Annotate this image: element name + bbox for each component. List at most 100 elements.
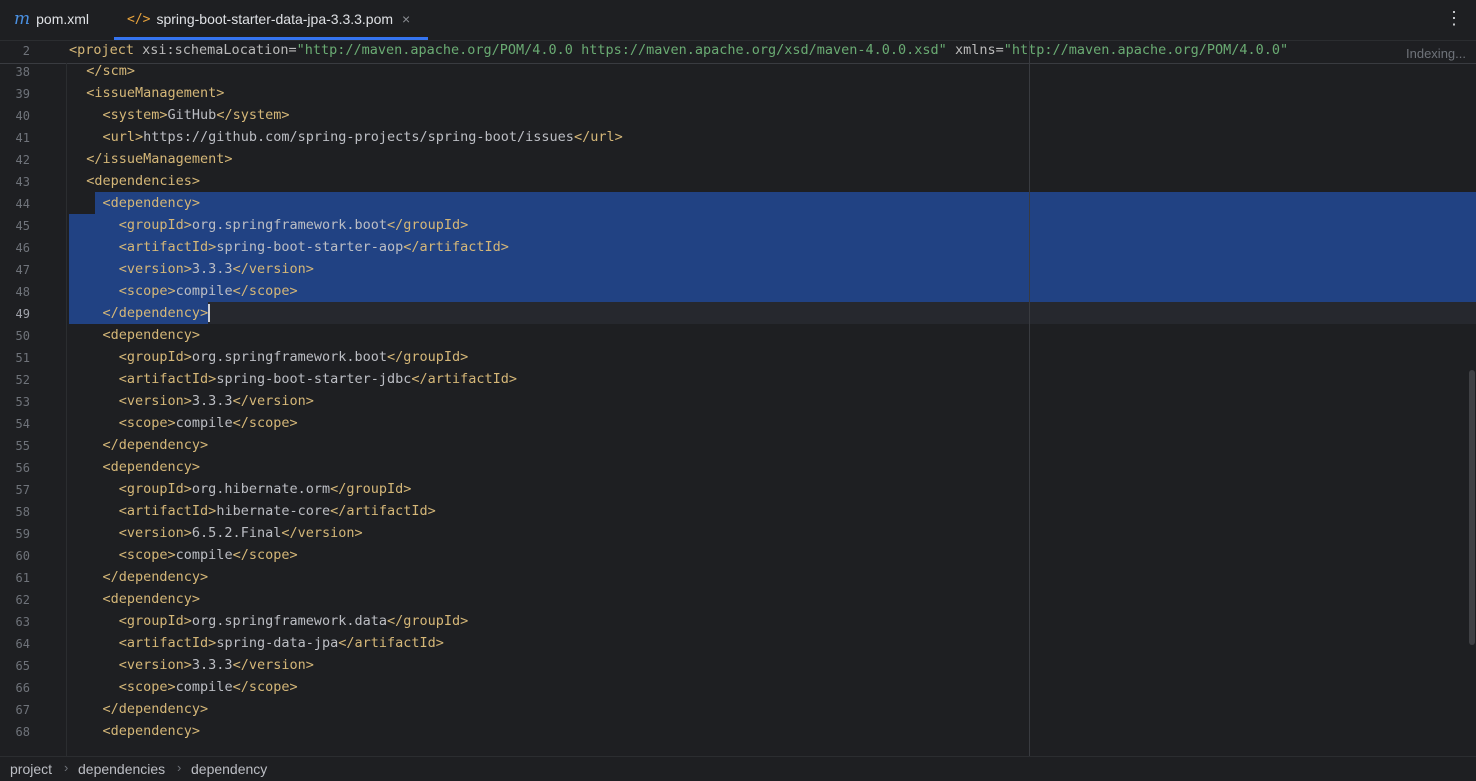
line-number: 42 (15, 153, 30, 167)
xml-attribute-name: xmlns= (946, 42, 1004, 58)
code-line[interactable]: 46 <artifactId>spring-boot-starter-aop</a… (0, 236, 1476, 258)
code-line[interactable]: 68 <dependency> (0, 720, 1476, 742)
line-number: 45 (15, 219, 30, 233)
code-line[interactable]: 62 <dependency> (0, 588, 1476, 610)
code-line[interactable]: 63 <groupId>org.springframework.data</gro… (0, 610, 1476, 632)
xml-text: spring-boot-starter-aop (216, 239, 404, 255)
selection-highlight (94, 192, 1476, 214)
breadcrumb-item-dependency[interactable]: dependency (191, 761, 267, 777)
code-text: </dependency> (103, 569, 209, 585)
code-line[interactable]: 45 <groupId>org.springframework.boot</gro… (0, 214, 1476, 236)
code-line[interactable]: 42 </issueManagement> (0, 148, 1476, 170)
xml-tag: <url> (102, 129, 144, 145)
code-line[interactable]: 66 <scope>compile</scope> (0, 676, 1476, 698)
code-line[interactable]: 44 <dependency> (0, 192, 1476, 214)
line-number: 59 (15, 527, 30, 541)
xml-tag: </groupId> (330, 481, 412, 497)
code-text: <version>3.3.3</version> (119, 261, 314, 277)
xml-tag: <artifactId> (118, 635, 217, 651)
code-text: <artifactId>spring-boot-starter-aop</art… (119, 239, 509, 255)
xml-tag: </scm> (86, 63, 136, 79)
sticky-code: <project xsi:schemaLocation="http://mave… (69, 42, 1288, 58)
xml-tag: <project (69, 42, 143, 58)
more-options-icon[interactable]: ⋮ (1445, 9, 1463, 27)
xml-tag: </version> (232, 261, 314, 277)
line-number: 65 (15, 659, 30, 673)
xml-tag: <version> (118, 525, 192, 541)
code-text: <issueManagement> (86, 85, 224, 101)
code-line[interactable]: 59 <version>6.5.2.Final</version> (0, 522, 1476, 544)
xml-tag: <groupId> (118, 217, 192, 233)
tab-spring-boot-starter-data-jpa-pom[interactable]: </> spring-boot-starter-data-jpa-3.3.3.p… (114, 0, 428, 40)
code-line[interactable]: 54 <scope>compile</scope> (0, 412, 1476, 434)
code-editor[interactable]: 38 </scm> 39 <issueManagement> 40 <system>Git… (0, 63, 1476, 756)
xml-tag: <artifactId> (118, 371, 217, 387)
xml-tag: <scope> (118, 283, 176, 299)
breadcrumb-separator-icon: › (64, 760, 69, 775)
xml-tag: <dependency> (102, 591, 201, 607)
breadcrumb-item-project[interactable]: project (10, 761, 52, 777)
breadcrumb-item-dependencies[interactable]: dependencies (78, 761, 165, 777)
code-line[interactable]: 48 <scope>compile</scope> (0, 280, 1476, 302)
code-line[interactable]: 49 </dependency> (0, 302, 1476, 324)
line-number: 57 (15, 483, 30, 497)
xml-text: 3.3.3 (191, 261, 233, 277)
xml-tag: <system> (102, 107, 168, 123)
xml-tag: <groupId> (118, 613, 192, 629)
xml-tag: </scope> (232, 547, 298, 563)
xml-tag: <artifactId> (118, 239, 217, 255)
xml-text: org.springframework.boot (191, 349, 387, 365)
code-line[interactable]: 41 <url>https://github.com/spring-project… (0, 126, 1476, 148)
xml-text: compile (175, 415, 233, 431)
xml-tag: <version> (118, 393, 192, 409)
tab-pom-xml[interactable]: m pom.xml (0, 0, 114, 38)
code-line[interactable]: 43 <dependencies> (0, 170, 1476, 192)
xml-tag: </artifactId> (403, 239, 509, 255)
code-line[interactable]: 47 <version>3.3.3</version> (0, 258, 1476, 280)
line-number: 48 (15, 285, 30, 299)
code-line[interactable]: 50 <dependency> (0, 324, 1476, 346)
xml-tag: </artifactId> (338, 635, 444, 651)
xml-tag: </version> (232, 657, 314, 673)
xml-tag: <scope> (118, 679, 176, 695)
xml-tag: <scope> (118, 547, 176, 563)
code-text: </issueManagement> (86, 151, 232, 167)
xml-tag: </artifactId> (330, 503, 436, 519)
close-icon[interactable]: × (402, 11, 410, 27)
code-line[interactable]: 40 <system>GitHub</system> (0, 104, 1476, 126)
code-line[interactable]: 58 <artifactId>hibernate-core</artifactId… (0, 500, 1476, 522)
code-text: <artifactId>spring-data-jpa</artifactId> (119, 635, 444, 651)
code-line[interactable]: 57 <groupId>org.hibernate.orm</groupId> (0, 478, 1476, 500)
xml-tag: <dependencies> (86, 173, 201, 189)
code-line[interactable]: 55 </dependency> (0, 434, 1476, 456)
xml-tag: </dependency> (102, 569, 209, 585)
xml-text: org.springframework.data (191, 613, 387, 629)
vertical-scrollbar[interactable] (1469, 370, 1475, 645)
code-line[interactable]: 60 <scope>compile</scope> (0, 544, 1476, 566)
code-line[interactable]: 38 </scm> (0, 63, 1476, 82)
xml-tag-icon: </> (127, 11, 151, 27)
code-line[interactable]: 64 <artifactId>spring-data-jpa</artifactI… (0, 632, 1476, 654)
code-line[interactable]: 61 </dependency> (0, 566, 1476, 588)
code-line[interactable]: 65 <version>3.3.3</version> (0, 654, 1476, 676)
code-line[interactable]: 52 <artifactId>spring-boot-starter-jdbc</… (0, 368, 1476, 390)
line-number: 49 (15, 307, 30, 321)
xml-text: org.hibernate.orm (191, 481, 331, 497)
line-number: 61 (15, 571, 30, 585)
code-line[interactable]: 67 </dependency> (0, 698, 1476, 720)
code-line[interactable]: 56 <dependency> (0, 456, 1476, 478)
xml-attribute-name: xsi:schemaLocation= (142, 42, 297, 58)
line-number: 52 (15, 373, 30, 387)
xml-tag: </version> (281, 525, 363, 541)
code-line[interactable]: 51 <groupId>org.springframework.boot</gro… (0, 346, 1476, 368)
xml-tag: </issueManagement> (86, 151, 233, 167)
xml-text: org.springframework.boot (191, 217, 387, 233)
code-text: <dependency> (103, 591, 201, 607)
code-line[interactable]: 39 <issueManagement> (0, 82, 1476, 104)
code-line[interactable]: 53 <version>3.3.3</version> (0, 390, 1476, 412)
xml-tag: </scope> (232, 283, 298, 299)
sticky-header-line[interactable]: 2 <project xsi:schemaLocation="http://ma… (0, 41, 1476, 64)
code-text: <dependency> (103, 195, 201, 211)
code-text: <version>6.5.2.Final</version> (119, 525, 363, 541)
xml-tag: </scope> (232, 415, 298, 431)
